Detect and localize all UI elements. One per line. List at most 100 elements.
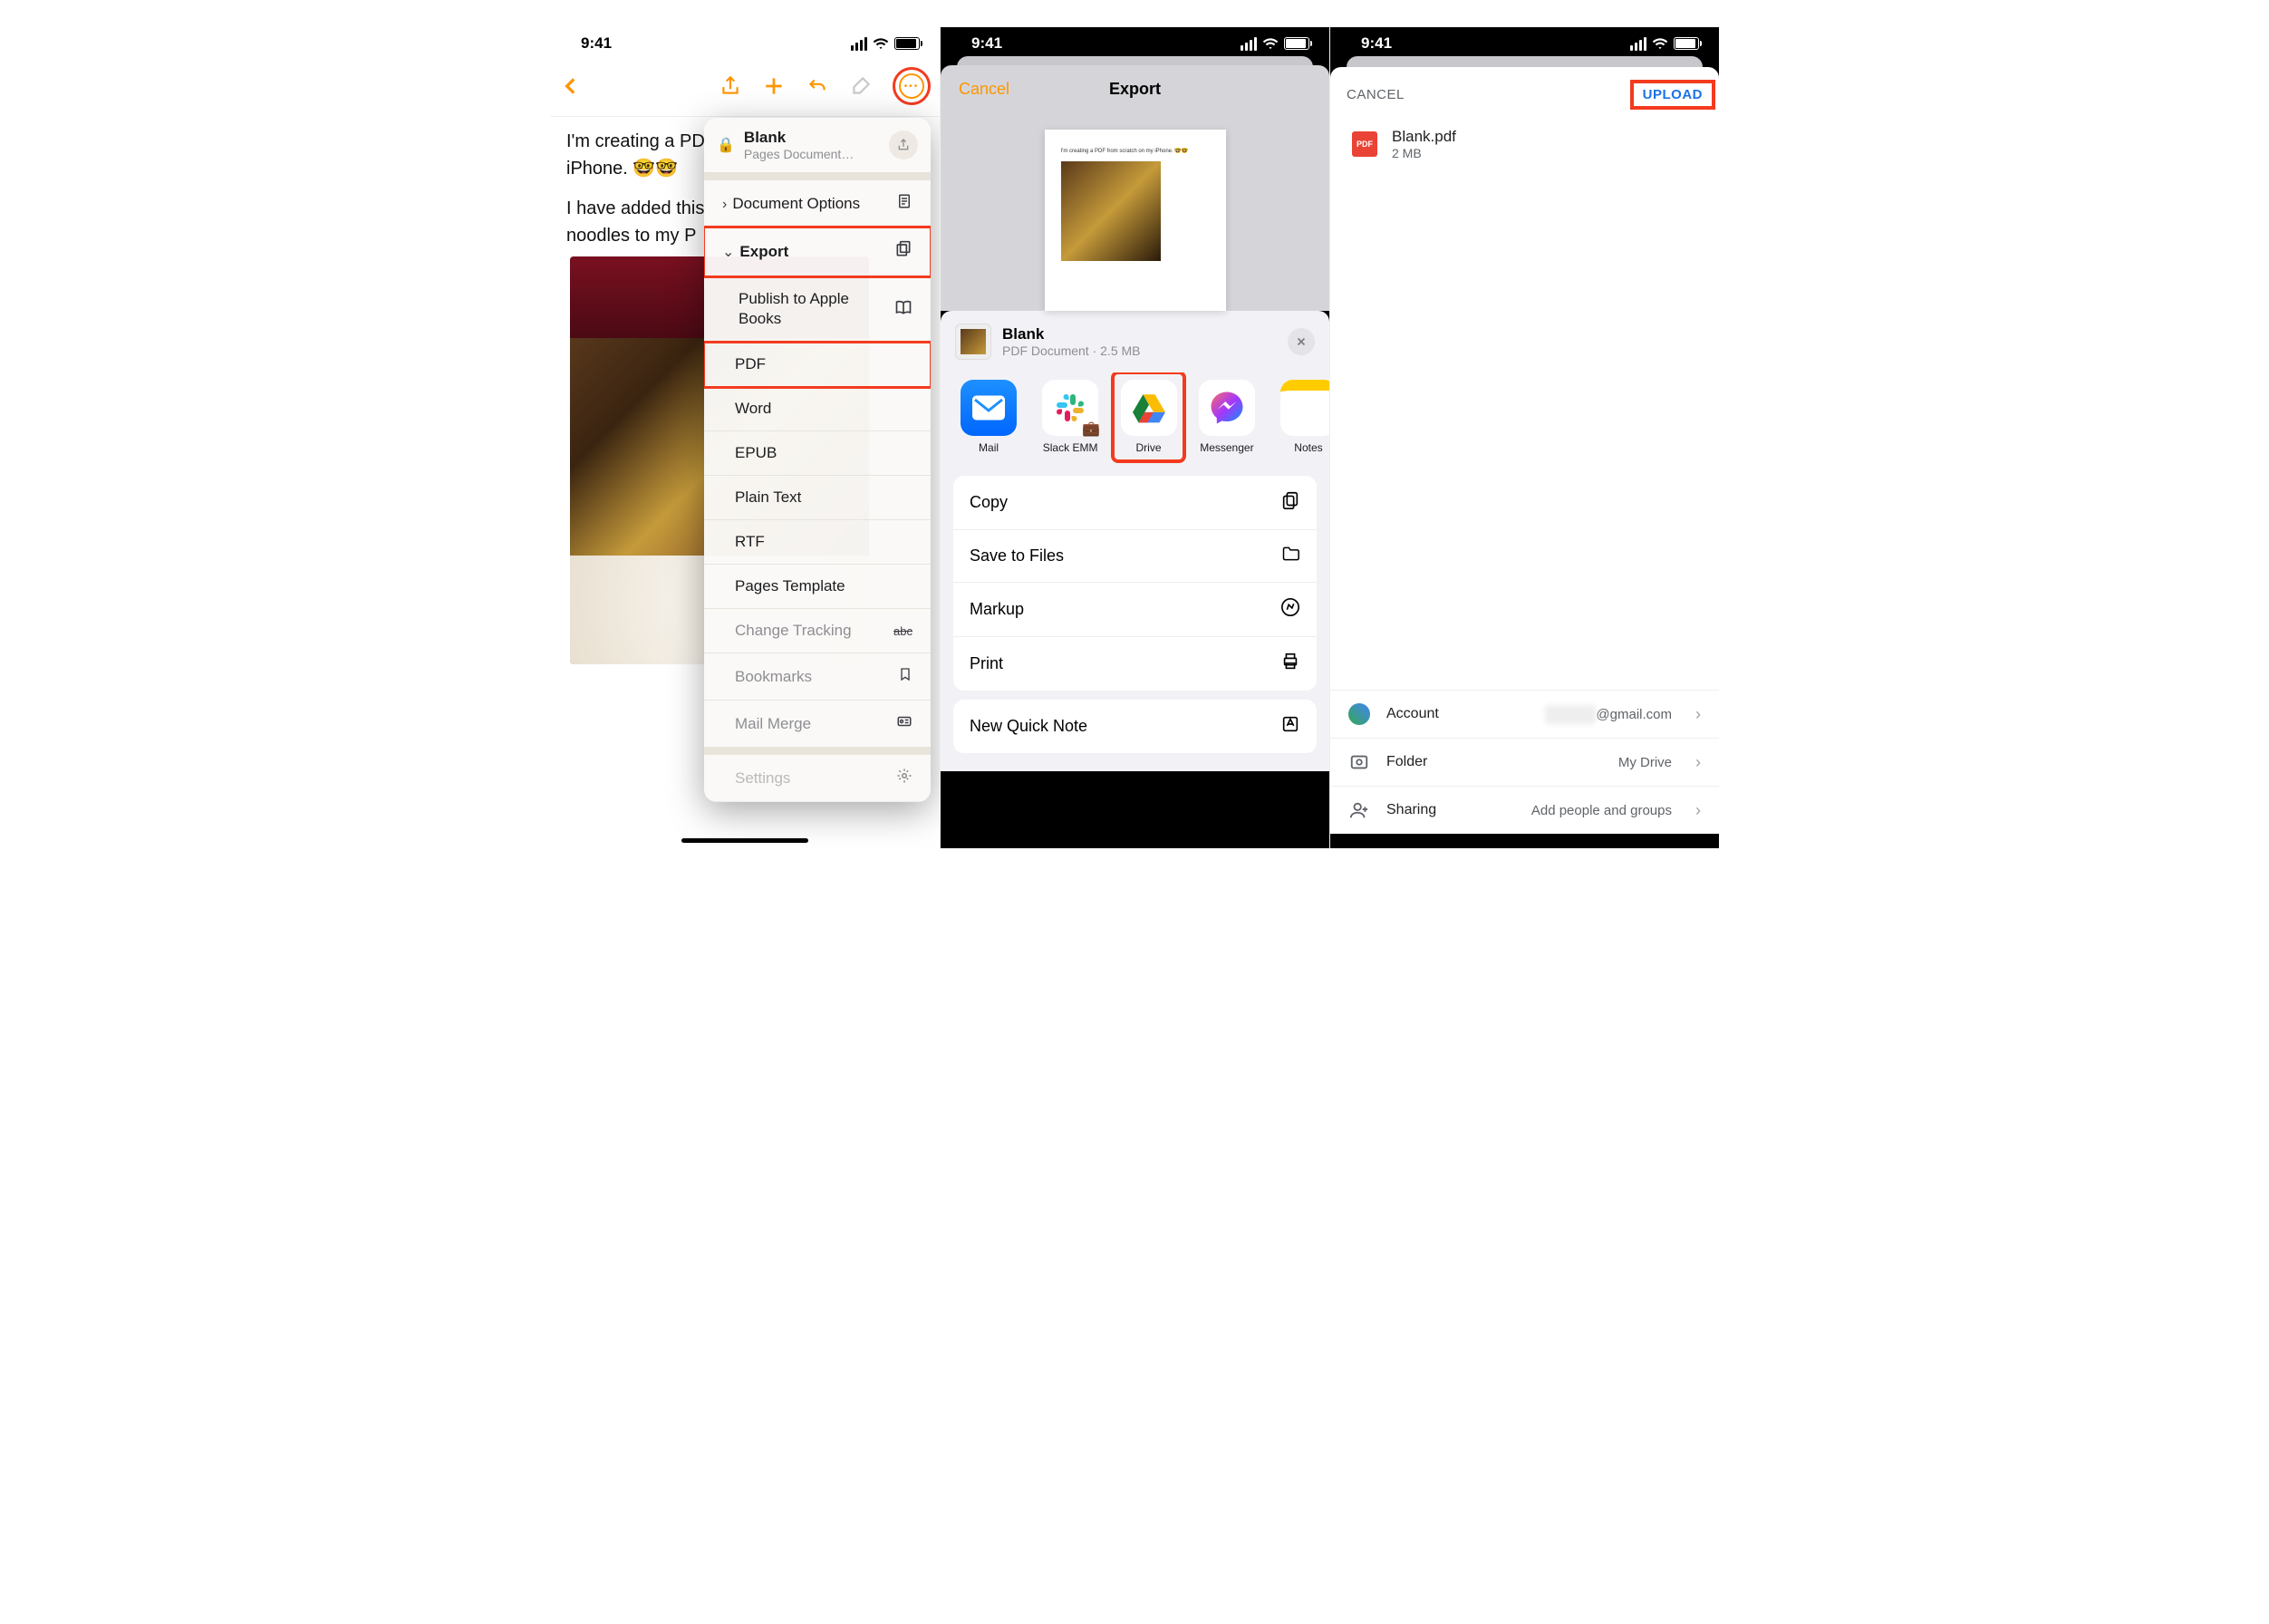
document-preview: I'm creating a PDF from scratch on my iP… (941, 108, 1329, 311)
share-app-notes[interactable]: Notes (1277, 380, 1329, 454)
label: Copy (970, 493, 1008, 512)
menu-bookmarks[interactable]: Bookmarks (704, 653, 931, 701)
status-bar: 9:41 (550, 27, 940, 56)
share-app-messenger[interactable]: Messenger (1195, 380, 1259, 454)
avatar-icon (1348, 703, 1370, 725)
wifi-icon (1652, 35, 1668, 52)
menu-export-pdf[interactable]: PDF (704, 343, 931, 387)
action-new-quick-note[interactable]: New Quick Note (953, 700, 1317, 753)
preview-text: I'm creating a PDF from scratch on my iP… (1061, 148, 1210, 154)
label: RTF (735, 533, 765, 551)
menu-settings[interactable]: Settings (704, 755, 931, 802)
app-label: Mail (979, 441, 999, 454)
drive-upload-sheet: CANCEL UPLOAD PDF Blank.pdf 2 MB Account… (1330, 67, 1719, 834)
filesize: 2 MB (1392, 146, 1456, 160)
menu-mail-merge[interactable]: Mail Merge (704, 701, 931, 748)
drive-settings: Account @gmail.com › Folder My Drive › S… (1330, 690, 1719, 834)
status-time: 9:41 (1361, 34, 1392, 53)
setting-folder[interactable]: Folder My Drive › (1330, 739, 1719, 787)
label: Word (735, 400, 771, 418)
share-icon[interactable] (719, 74, 742, 98)
upload-button[interactable]: UPLOAD (1643, 87, 1703, 102)
share-app-row[interactable]: Mail 💼 Slack EMM Drive Messenger Notes (941, 372, 1329, 469)
home-indicator[interactable] (681, 838, 808, 843)
person-add-icon (1348, 799, 1370, 821)
menu-export-word[interactable]: Word (704, 387, 931, 431)
wifi-icon (873, 35, 889, 52)
wifi-icon (1262, 35, 1279, 52)
action-print[interactable]: Print (953, 637, 1317, 691)
battery-icon (1674, 37, 1699, 50)
menu-export-plaintext[interactable]: Plain Text (704, 476, 931, 520)
setting-sharing[interactable]: Sharing Add people and groups › (1330, 787, 1719, 834)
menu-publish-apple-books[interactable]: Publish to Apple Books (704, 276, 931, 343)
tracking-icon: abc (893, 624, 912, 638)
share-app-slack[interactable]: 💼 Slack EMM (1038, 380, 1102, 454)
header-share-icon[interactable] (889, 130, 918, 160)
more-button-highlight: ••• (893, 67, 931, 105)
label: Export (739, 243, 788, 260)
action-save-files[interactable]: Save to Files (953, 530, 1317, 583)
account-value: @gmail.com (1596, 707, 1672, 722)
document-menu-popover: 🔒 Blank Pages Document… ›Document Option… (704, 118, 931, 802)
label: Account (1386, 706, 1439, 722)
copy-icon (1280, 490, 1300, 515)
preview-image (1061, 161, 1161, 261)
action-markup[interactable]: Markup (953, 583, 1317, 637)
home-indicator[interactable] (1072, 838, 1199, 843)
markup-icon (1280, 597, 1300, 622)
back-button[interactable] (559, 74, 583, 98)
status-bar: 9:41 (941, 27, 1329, 56)
account-blurred (1545, 705, 1596, 724)
menu-export-rtf[interactable]: RTF (704, 520, 931, 565)
bookmark-icon (898, 666, 912, 687)
body-text: iPhone. 🤓🤓 (566, 159, 678, 179)
label: PDF (735, 355, 766, 373)
label: New Quick Note (970, 717, 1087, 736)
add-icon[interactable] (762, 74, 786, 98)
share-thumbnail (955, 324, 991, 360)
menu-change-tracking[interactable]: Change Tracking abc (704, 609, 931, 653)
label: Plain Text (735, 488, 801, 507)
menu-export-epub[interactable]: EPUB (704, 431, 931, 476)
menu-header: 🔒 Blank Pages Document… (704, 118, 931, 173)
cellular-icon (1241, 37, 1257, 51)
body-text: I'm creating a PD (566, 131, 705, 151)
label: Publish to Apple Books (722, 289, 894, 329)
share-file-subtitle: PDF Document · 2.5 MB (1002, 343, 1141, 358)
share-app-drive[interactable]: Drive (1116, 376, 1181, 458)
book-icon (894, 298, 912, 321)
more-button[interactable]: ••• (899, 73, 924, 99)
label: Document Options (732, 195, 860, 212)
brush-icon[interactable] (849, 74, 873, 98)
export-nav-sheet: Cancel Export I'm creating a PDF from sc… (941, 65, 1329, 311)
share-app-mail[interactable]: Mail (957, 380, 1020, 454)
print-icon (1280, 652, 1300, 676)
export-title: Export (1109, 80, 1161, 99)
label: Save to Files (970, 546, 1064, 566)
label: Sharing (1386, 802, 1436, 818)
page-icon (896, 193, 912, 214)
cancel-button[interactable]: CANCEL (1347, 87, 1405, 102)
folder-icon (1280, 545, 1300, 567)
action-list: Copy Save to Files Markup Print (953, 476, 1317, 691)
action-copy[interactable]: Copy (953, 476, 1317, 530)
folder-value: My Drive (1618, 755, 1672, 770)
cancel-button[interactable]: Cancel (959, 80, 1009, 99)
undo-icon[interactable] (806, 74, 829, 98)
lock-icon: 🔒 (717, 136, 735, 154)
sharing-value: Add people and groups (1531, 803, 1672, 818)
gear-icon (896, 768, 912, 788)
app-label: Notes (1294, 441, 1322, 454)
upload-file-row[interactable]: PDF Blank.pdf 2 MB (1330, 119, 1719, 169)
share-sheet: Blank PDF Document · 2.5 MB Mail 💼 Slack… (941, 311, 1329, 771)
menu-export[interactable]: ⌄Export (704, 227, 931, 276)
battery-icon (894, 37, 920, 50)
menu-document-options[interactable]: ›Document Options (704, 180, 931, 227)
app-label: Messenger (1200, 441, 1253, 454)
menu-export-template[interactable]: Pages Template (704, 565, 931, 609)
close-button[interactable] (1288, 328, 1315, 355)
status-bar: 9:41 (1330, 27, 1719, 56)
label: Settings (735, 769, 790, 788)
setting-account[interactable]: Account @gmail.com › (1330, 691, 1719, 739)
